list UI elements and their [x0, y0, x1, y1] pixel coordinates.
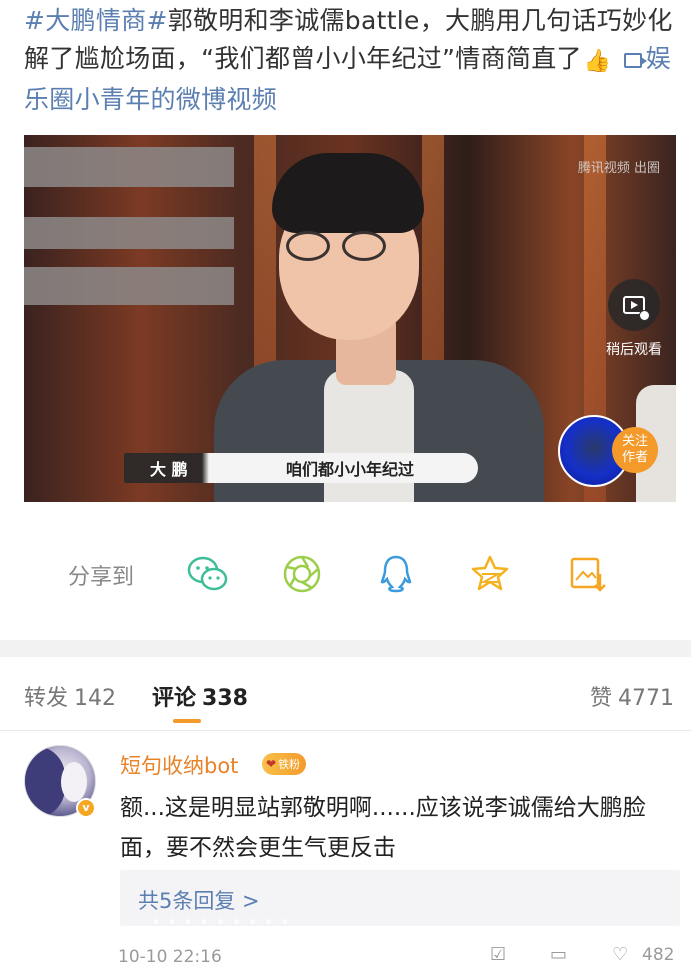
tab-repost-count: 142	[74, 686, 117, 711]
clock-icon	[639, 310, 650, 321]
tab-like-count: 4771	[618, 686, 675, 711]
tab-comment[interactable]: 评论 338	[152, 680, 248, 712]
tabs-divider	[0, 730, 691, 731]
fan-badge: ❤ 铁粉	[262, 753, 307, 775]
tencent-video-watermark: 腾讯视频 出圈	[577, 161, 660, 176]
follow-badge: 关注 作者	[612, 427, 658, 473]
avatar-face	[61, 762, 87, 802]
tab-comment-label: 评论	[152, 686, 197, 711]
tab-like[interactable]: 赞 4771	[590, 680, 674, 712]
save-image-icon[interactable]	[566, 552, 610, 596]
tab-like-label: 赞	[590, 686, 613, 711]
comment-time: 10-10 22:16	[118, 947, 222, 965]
view-replies-link[interactable]: 共5条回复 >	[138, 885, 260, 915]
wechat-icon[interactable]	[186, 552, 230, 596]
background-panel	[24, 217, 234, 249]
commenter-username[interactable]: 短句收纳bot	[120, 750, 238, 780]
qzone-icon[interactable]	[468, 552, 512, 596]
like-comment-icon[interactable]: ♡	[612, 944, 628, 965]
comment-text: 额...这是明显站郭敬明啊......应该说李诚儒给大鹏脸面，要不然会更生气更反…	[120, 795, 646, 861]
fan-badge-label: 铁粉	[278, 758, 301, 771]
background-panel	[24, 147, 234, 187]
speaker-hair	[272, 153, 424, 233]
watch-later-button[interactable]	[608, 279, 660, 331]
heart-icon: ❤	[266, 757, 277, 771]
tab-repost[interactable]: 转发 142	[24, 680, 116, 712]
subtitle-speaker: 大 鹏	[150, 460, 188, 479]
interaction-tabs: 转发 142 评论 338 赞 4771	[0, 670, 691, 723]
moments-icon[interactable]	[280, 552, 324, 596]
post-text: #大鹏情商#郭敬明和李诚儒battle，大鹏用几句话巧妙化解了尴尬场面，“我们都…	[24, 2, 674, 119]
tab-comment-count: 338	[202, 686, 248, 711]
subtitle-text: 咱们都小小年纪过	[286, 460, 415, 479]
tab-repost-label: 转发	[24, 686, 69, 711]
verified-icon: v	[76, 798, 96, 818]
glasses-left	[286, 231, 330, 261]
section-divider	[0, 640, 691, 657]
video-player[interactable]: 腾讯视频 出圈 大 鹏 咱们都小小年纪过 稍后观看 关注 作者	[24, 135, 676, 502]
comment-actions: ☑ ▭ ♡ 482	[490, 944, 680, 965]
comment-like-count: 482	[642, 945, 675, 965]
follow-author-button[interactable]: 关注 作者	[552, 415, 662, 489]
repost-comment-icon[interactable]: ☑	[490, 944, 506, 965]
glasses-right	[342, 231, 386, 261]
watch-later-label: 稍后观看	[606, 342, 662, 358]
thumbs-up-emoji: 👍	[583, 49, 612, 74]
share-row: 分享到	[0, 540, 691, 606]
share-label: 分享到	[68, 565, 135, 590]
follow-label-2: 作者	[621, 450, 648, 465]
follow-label-1: 关注	[621, 434, 648, 449]
reply-comment-icon[interactable]: ▭	[550, 944, 567, 965]
background-panel	[24, 267, 234, 305]
video-icon	[623, 53, 647, 68]
avatar-hair	[25, 746, 65, 816]
active-tab-indicator	[173, 719, 201, 723]
hashtag-link[interactable]: #大鹏情商#	[24, 6, 168, 35]
qq-icon[interactable]	[374, 552, 418, 596]
